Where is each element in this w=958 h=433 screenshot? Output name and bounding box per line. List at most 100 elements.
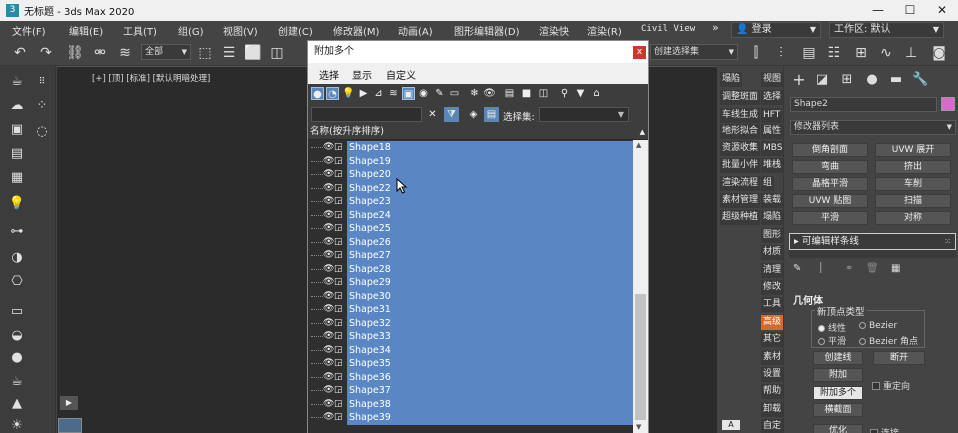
bind-spacewarp-icon[interactable]: ≋ xyxy=(116,44,134,62)
motion-tab-icon[interactable]: ● xyxy=(864,72,880,88)
cone-icon[interactable]: ▲ xyxy=(8,396,26,412)
filter-spacewarps-icon[interactable]: ≋ xyxy=(387,87,400,100)
display-tab-icon[interactable]: ▬ xyxy=(888,72,904,88)
pin-stack-icon[interactable]: ✎ xyxy=(793,263,801,274)
select-by-name-icon[interactable]: ☰ xyxy=(220,44,238,62)
side-btn-left-4[interactable]: 资源收集 xyxy=(720,141,761,156)
menu-graph-editors[interactable]: 图形编辑器(D) xyxy=(454,23,520,38)
visibility-eye-icon[interactable]: 👁 xyxy=(323,371,334,384)
dialog-menu-display[interactable]: 显示 xyxy=(352,67,372,82)
dotted-circle-icon[interactable]: ◌ xyxy=(33,124,51,140)
menu-views[interactable]: 视图(V) xyxy=(223,23,258,38)
attach-button[interactable]: 附加 xyxy=(813,368,863,382)
side-btn-right-17[interactable]: 设置 xyxy=(761,367,784,382)
object-name-input[interactable]: Shape2 xyxy=(790,97,937,112)
table-icon[interactable]: ▦ xyxy=(8,170,26,186)
select-object-icon[interactable]: ⬚ xyxy=(196,44,214,62)
visibility-eye-icon[interactable]: 👁 xyxy=(323,330,334,343)
document-icon[interactable]: ▤ xyxy=(8,146,26,162)
modifier-bevel-profile-button[interactable]: 倒角剖面 xyxy=(792,143,868,157)
object-list[interactable]: 👁 ◲ Shape18 👁 ◲ Shape19 👁 ◲ Shape20 👁 ◲ Shape22 👁 ◲ Sh… xyxy=(308,140,633,433)
side-btn-right-11[interactable]: 清理 xyxy=(761,263,784,278)
viewport-navigation-box[interactable] xyxy=(58,418,82,433)
image-icon[interactable]: ▣ xyxy=(8,122,26,138)
link-icon[interactable]: ⛓ xyxy=(66,44,84,62)
utilities-tab-icon[interactable]: 🔧 xyxy=(912,72,928,88)
select-invert-icon[interactable]: ◫ xyxy=(537,87,550,100)
bottom-tag[interactable]: A xyxy=(722,420,740,430)
create-line-button[interactable]: 创建线 xyxy=(813,351,863,365)
list-item[interactable]: 👁 ◲ Shape33 xyxy=(308,330,633,344)
side-btn-right-10[interactable]: 材质 xyxy=(761,245,784,260)
box-icon[interactable]: ▭ xyxy=(8,304,26,320)
visibility-eye-icon[interactable]: 👁 xyxy=(323,236,334,249)
hierarchy-tab-icon[interactable]: ⊞ xyxy=(839,72,855,88)
remove-modifier-icon[interactable]: 🗑 xyxy=(866,263,879,274)
find-case-icon[interactable]: ⧩ xyxy=(444,107,459,122)
visibility-eye-icon[interactable]: 👁 xyxy=(323,384,334,397)
reorient-checkbox[interactable]: 重定向 xyxy=(872,379,910,392)
visibility-eye-icon[interactable]: 👁 xyxy=(323,276,334,289)
menu-tools[interactable]: 工具(T) xyxy=(123,23,157,38)
filter-geometry-icon[interactable]: ● xyxy=(311,87,324,100)
break-button[interactable]: 断开 xyxy=(873,351,925,365)
rectangular-selection-icon[interactable]: ⬜ xyxy=(244,44,262,62)
visibility-eye-icon[interactable]: 👁 xyxy=(323,344,334,357)
name-column-header[interactable]: 名称(按升序排序) ▲ xyxy=(308,125,648,140)
list-item[interactable]: 👁 ◲ Shape38 xyxy=(308,397,633,411)
menu-edit[interactable]: 编辑(E) xyxy=(69,23,103,38)
cloud-icon[interactable]: ☁ xyxy=(8,98,26,114)
schematic-view-icon[interactable]: ⊥ xyxy=(902,44,920,62)
side-btn-left-2[interactable]: 车线生成 xyxy=(720,108,761,123)
filter-all-icon[interactable]: ⚲ xyxy=(558,87,571,100)
side-btn-right-2[interactable]: HFT xyxy=(761,108,783,123)
filter-frozen-icon[interactable]: ❄ xyxy=(468,87,481,100)
dome-icon[interactable]: ◒ xyxy=(8,328,26,344)
visibility-eye-icon[interactable]: 👁 xyxy=(323,168,334,181)
folder-icon[interactable]: ⌂ xyxy=(590,87,603,100)
curve-editor-icon[interactable]: ∿ xyxy=(877,44,895,62)
align-icon[interactable]: ⫶ xyxy=(772,44,790,62)
vertex-linear-radio[interactable]: 线性 xyxy=(818,321,846,334)
list-item[interactable]: 👁 ◲ Shape32 xyxy=(308,316,633,330)
filter-containers-icon[interactable]: ▭ xyxy=(448,87,461,100)
workspace-dropdown[interactable]: 工作区: 默认 ▼ xyxy=(829,22,944,38)
redo-icon[interactable]: ↷ xyxy=(37,44,55,62)
visibility-eye-icon[interactable]: 👁 xyxy=(323,290,334,303)
visibility-eye-icon[interactable]: 👁 xyxy=(323,141,334,154)
list-item[interactable]: 👁 ◲ Shape36 xyxy=(308,370,633,384)
menu-render-quick[interactable]: 渲染快 xyxy=(539,23,569,38)
list-item[interactable]: 👁 ◲ Shape39 xyxy=(308,411,633,425)
side-btn-right-19[interactable]: 卸载 xyxy=(761,402,784,417)
list-item[interactable]: 👁 ◲ Shape30 xyxy=(308,289,633,303)
window-crossing-icon[interactable]: ◫ xyxy=(268,44,286,62)
named-selection-dropdown[interactable]: 创建选择集 ▼ xyxy=(650,44,738,60)
layer-explorer-icon[interactable]: ☷ xyxy=(825,44,843,62)
object-color-swatch[interactable] xyxy=(941,97,955,111)
side-btn-left-3[interactable]: 地形拟合 xyxy=(720,124,761,139)
selection-set-dropdown[interactable]: ▼ xyxy=(539,107,629,122)
visibility-eye-icon[interactable]: 👁 xyxy=(323,195,334,208)
modifier-list-dropdown[interactable]: 修改器列表 ▼ xyxy=(790,120,956,135)
dialog-close-button[interactable]: x xyxy=(633,46,646,59)
connect-checkbox[interactable]: 连接 xyxy=(870,426,899,433)
side-btn-left-6[interactable]: 渲染流程 xyxy=(720,176,761,191)
points-icon[interactable]: ⁘ xyxy=(33,98,51,114)
clear-search-icon[interactable]: ✕ xyxy=(425,107,440,122)
selection-filter-dropdown[interactable]: 全部 ▼ xyxy=(141,44,191,60)
visibility-eye-icon[interactable]: 👁 xyxy=(323,303,334,316)
list-item[interactable]: 👁 ◲ Shape19 xyxy=(308,154,633,168)
list-item[interactable]: 👁 ◲ Shape20 xyxy=(308,168,633,182)
visibility-eye-icon[interactable]: 👁 xyxy=(323,263,334,276)
side-btn-right-13[interactable]: 工具 xyxy=(761,297,784,312)
side-btn-right-7[interactable]: 装载 xyxy=(761,193,784,208)
modifier-uvw-map-button[interactable]: UVW 贴图 xyxy=(792,194,868,208)
side-btn-right-3[interactable]: 属性 xyxy=(761,124,784,139)
menu-civil-view[interactable]: Civil View xyxy=(641,24,695,34)
modifier-bend-button[interactable]: 弯曲 xyxy=(792,160,868,174)
filter-groups-icon[interactable]: ▣ xyxy=(402,87,415,100)
modifier-smooth-button[interactable]: 平滑 xyxy=(792,211,868,225)
modifier-stack-item[interactable]: ▸ 可编辑样条线 ⁙ xyxy=(789,233,956,250)
scroll-down-icon[interactable]: ▼ xyxy=(636,423,641,431)
scene-explorer-icon[interactable]: ▤ xyxy=(800,44,818,62)
